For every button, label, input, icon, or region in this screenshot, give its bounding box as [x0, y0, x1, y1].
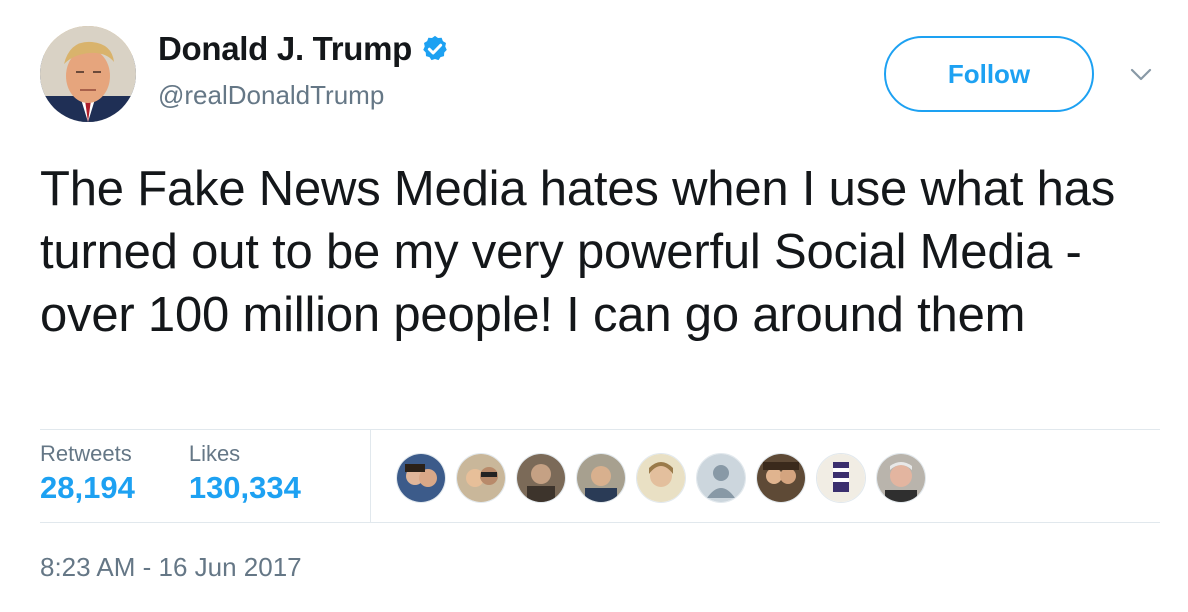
liker-avatars [396, 453, 926, 503]
likes-count: 130,334 [188, 470, 301, 505]
liker-avatar[interactable] [396, 453, 446, 503]
verified-badge-icon [423, 35, 447, 61]
user-name-row: Donald J. Trump [158, 30, 450, 68]
profile-avatar[interactable] [40, 26, 136, 122]
retweets-stat[interactable]: Retweets 28,194 [40, 430, 135, 509]
stats-separator [370, 430, 371, 522]
likes-stat[interactable]: Likes 130,334 [189, 430, 301, 509]
liker-avatar[interactable] [456, 453, 506, 503]
stats-bottom-divider [40, 522, 1160, 523]
tweet-timestamp[interactable]: 8:23 AM - 16 Jun 2017 [40, 552, 302, 583]
liker-avatar[interactable] [876, 453, 926, 503]
liker-avatar[interactable] [816, 453, 866, 503]
liker-avatar[interactable] [636, 453, 686, 503]
liker-avatar[interactable] [576, 453, 626, 503]
retweets-count: 28,194 [40, 470, 135, 505]
user-handle[interactable]: @realDonaldTrump [158, 80, 384, 111]
tweet-stats: Retweets 28,194 Likes 130,334 [40, 430, 355, 522]
likes-label: Likes [188, 441, 241, 466]
liker-avatar-default[interactable] [696, 453, 746, 503]
retweets-label: Retweets [40, 441, 132, 466]
tweet-text: The Fake News Media hates when I use wha… [40, 162, 1116, 342]
liker-avatar[interactable] [756, 453, 806, 503]
chevron-down-icon[interactable] [1128, 64, 1154, 84]
user-display-name[interactable]: Donald J. Trump [158, 30, 412, 68]
follow-button[interactable]: Follow [884, 36, 1094, 112]
liker-avatar[interactable] [516, 453, 566, 503]
